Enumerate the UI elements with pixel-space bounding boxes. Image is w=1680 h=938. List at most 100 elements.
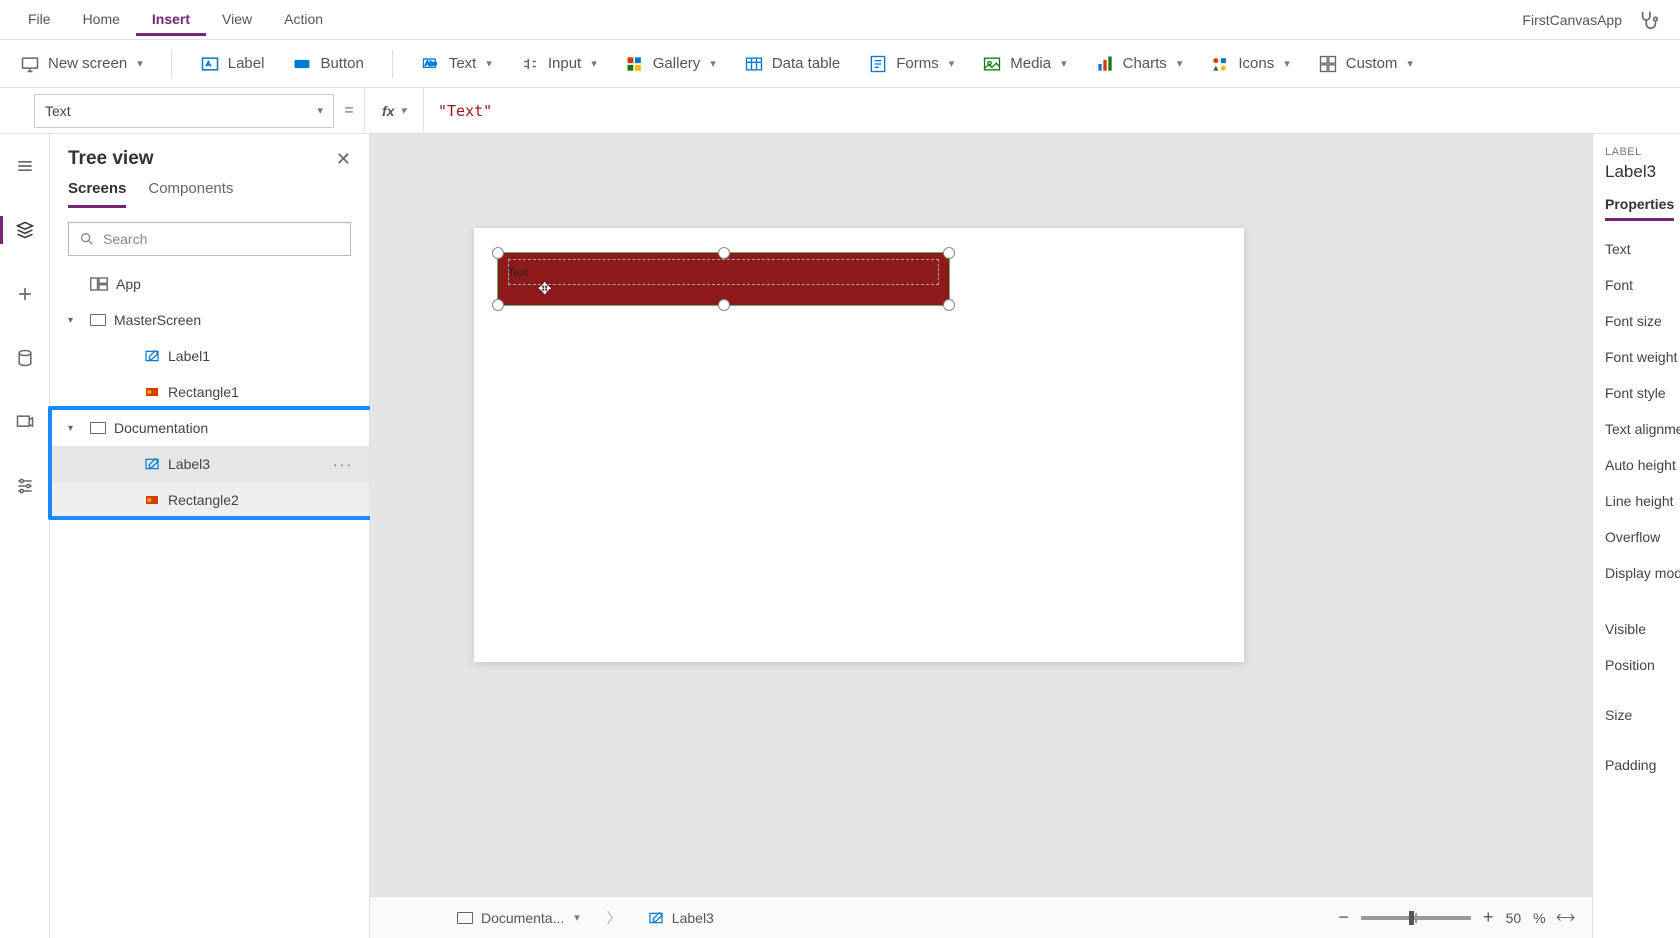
formula-bar: Text ▾ = fx ▾ "Text"	[0, 88, 1680, 134]
ribbon-datatable[interactable]: Data table	[744, 54, 840, 74]
zoom-in-button[interactable]: +	[1483, 907, 1494, 928]
rail-media[interactable]	[9, 406, 41, 438]
menu-insert[interactable]: Insert	[136, 3, 206, 36]
prop-size[interactable]: Size	[1605, 697, 1680, 733]
selection-inner-outline	[508, 259, 939, 285]
rail-advanced-tools[interactable]	[9, 470, 41, 502]
prop-font-size[interactable]: Font size	[1605, 303, 1680, 339]
selected-control-label3[interactable]: Text ✥	[497, 252, 950, 306]
label-icon	[648, 910, 664, 926]
canvas-area[interactable]: Text ✥ Documenta... ▾ 〉 Label3	[370, 134, 1592, 938]
prop-auto-height[interactable]: Auto height	[1605, 447, 1680, 483]
prop-display-mode[interactable]: Display mode	[1605, 555, 1680, 591]
rail-tree-view[interactable]	[9, 214, 41, 246]
svg-text:Abc: Abc	[425, 60, 437, 67]
zoom-value: 50	[1506, 910, 1522, 926]
prop-padding[interactable]: Padding	[1605, 747, 1680, 783]
breadcrumb-screen[interactable]: Documenta... ▾	[446, 905, 591, 931]
tree-row-label1[interactable]: Label1	[50, 338, 369, 374]
zoom-controls: − + 50 % ⤢	[1339, 907, 1572, 928]
fx-button[interactable]: fx ▾	[364, 88, 424, 134]
tab-properties[interactable]: Properties	[1605, 196, 1674, 221]
prop-font-weight[interactable]: Font weight	[1605, 339, 1680, 375]
resize-handle-bl[interactable]	[492, 299, 504, 311]
tree-row-label: Rectangle2	[168, 492, 239, 508]
ribbon-forms-label: Forms	[896, 55, 939, 72]
canvas-screen[interactable]: Text ✥	[474, 228, 1244, 662]
ribbon-gallery[interactable]: Gallery ▾	[625, 54, 716, 74]
prop-overflow[interactable]: Overflow	[1605, 519, 1680, 555]
rail-data[interactable]	[9, 342, 41, 374]
resize-handle-tm[interactable]	[718, 247, 730, 259]
search-input[interactable]: Search	[68, 222, 351, 256]
tree-row-app[interactable]: App	[50, 266, 369, 302]
fit-to-window-icon[interactable]: ⤢	[1552, 905, 1577, 930]
prop-font-style[interactable]: Font style	[1605, 375, 1680, 411]
more-icon[interactable]: ···	[333, 456, 353, 472]
formula-input[interactable]: "Text"	[424, 88, 1680, 134]
ribbon-text-label: Text	[449, 55, 477, 72]
menu-view[interactable]: View	[206, 3, 268, 36]
chevron-down-icon: ▾	[486, 57, 492, 70]
ribbon-input[interactable]: Input ▾	[520, 54, 597, 74]
breadcrumb-screen-label: Documenta...	[481, 910, 564, 926]
tree-row-label: App	[116, 276, 141, 292]
chevron-down-icon[interactable]: ▾	[68, 423, 82, 434]
ribbon-input-label: Input	[548, 55, 581, 72]
prop-font[interactable]: Font	[1605, 267, 1680, 303]
chevron-down-icon[interactable]: ▾	[68, 315, 82, 326]
fx-label: fx	[382, 103, 394, 119]
prop-visible[interactable]: Visible	[1605, 611, 1680, 647]
ribbon-text[interactable]: Abc Text ▾	[421, 54, 492, 74]
main-area: Tree view ✕ Screens Components Search Ap…	[0, 134, 1680, 938]
ribbon-custom[interactable]: Custom ▾	[1318, 54, 1413, 74]
app-checker-icon[interactable]	[1638, 9, 1660, 31]
prop-text-align[interactable]: Text alignment	[1605, 411, 1680, 447]
menu-file[interactable]: File	[12, 3, 67, 36]
close-icon[interactable]: ✕	[336, 149, 351, 170]
tab-screens[interactable]: Screens	[68, 180, 126, 208]
resize-handle-tl[interactable]	[492, 247, 504, 259]
zoom-slider[interactable]	[1361, 916, 1471, 920]
tree-row-label: Label1	[168, 348, 210, 364]
chevron-down-icon: ▾	[710, 57, 716, 70]
chevron-down-icon: ▾	[317, 104, 323, 117]
rail-hamburger[interactable]	[9, 150, 41, 182]
menu-action[interactable]: Action	[268, 3, 339, 36]
resize-handle-tr[interactable]	[943, 247, 955, 259]
zoom-slider-thumb[interactable]	[1409, 911, 1414, 925]
tree-row-rectangle2[interactable]: Rectangle2	[50, 482, 369, 518]
prop-position[interactable]: Position	[1605, 647, 1680, 683]
menu-home[interactable]: Home	[67, 3, 136, 36]
rail-insert[interactable]	[9, 278, 41, 310]
tree-row-rectangle1[interactable]: Rectangle1	[50, 374, 369, 410]
tree-row-label3[interactable]: Label3 ···	[50, 446, 369, 482]
ribbon-new-screen[interactable]: New screen ▾	[20, 54, 143, 74]
prop-text[interactable]: Text	[1605, 231, 1680, 267]
tree-list: App ▾ MasterScreen Label1 Rectangle1 ▾ D…	[50, 266, 369, 938]
ribbon-divider	[171, 50, 172, 78]
rectangle-icon	[144, 492, 160, 508]
ribbon-icons[interactable]: Icons ▾	[1210, 54, 1289, 74]
tree-row-label: Label3	[168, 456, 210, 472]
chevron-down-icon: ▾	[591, 57, 597, 70]
resize-handle-bm[interactable]	[718, 299, 730, 311]
tree-row-masterscreen[interactable]: ▾ MasterScreen	[50, 302, 369, 338]
breadcrumb-control[interactable]: Label3	[637, 905, 725, 931]
search-placeholder: Search	[103, 231, 147, 247]
tab-components[interactable]: Components	[148, 180, 233, 208]
ribbon-forms[interactable]: Forms ▾	[868, 54, 954, 74]
ribbon-datatable-label: Data table	[772, 55, 840, 72]
prop-line-height[interactable]: Line height	[1605, 483, 1680, 519]
zoom-out-button[interactable]: −	[1339, 907, 1350, 928]
ribbon-label[interactable]: Label	[200, 54, 265, 74]
resize-handle-br[interactable]	[943, 299, 955, 311]
ribbon-media[interactable]: Media ▾	[982, 54, 1066, 74]
label-text: Text	[508, 267, 528, 279]
ribbon-toolbar: New screen ▾ Label Button Abc Text ▾ Inp…	[0, 40, 1680, 88]
tree-row-documentation[interactable]: ▾ Documentation	[50, 410, 369, 446]
ribbon-charts[interactable]: Charts ▾	[1095, 54, 1183, 74]
property-selector[interactable]: Text ▾	[34, 94, 334, 128]
ribbon-button[interactable]: Button	[292, 54, 363, 74]
control-name[interactable]: Label3	[1605, 162, 1680, 182]
